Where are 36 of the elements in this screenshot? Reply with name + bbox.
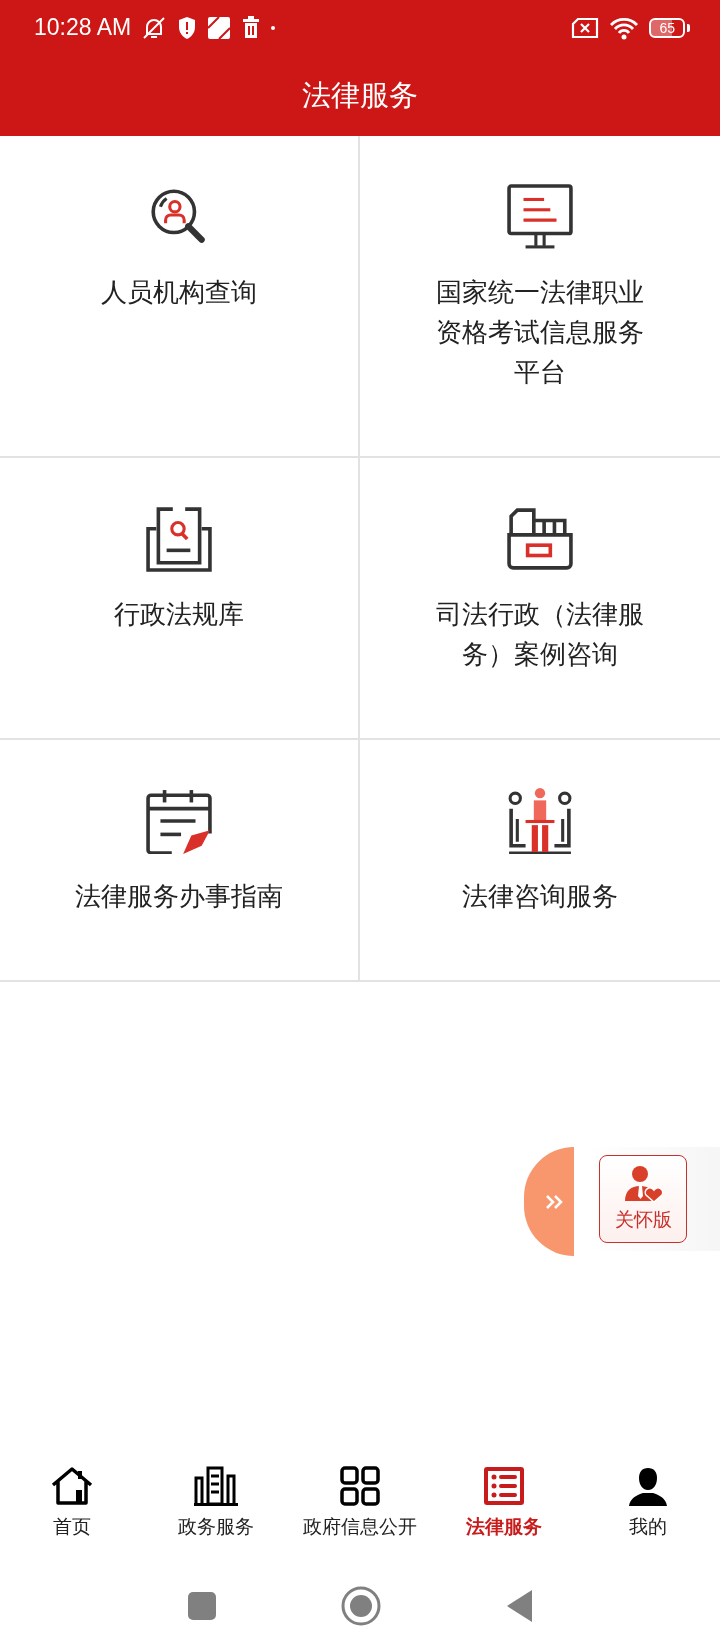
recents-button[interactable]: [188, 1592, 216, 1620]
nav-tab[interactable]: 政府信息公开: [288, 1462, 432, 1562]
service-tile[interactable]: 国家统一法律职业资格考试信息服务平台: [360, 136, 720, 458]
service-tile[interactable]: 司法行政（法律服务）案例咨询: [360, 458, 720, 740]
file-box-icon: [507, 506, 573, 572]
meeting-icon: [507, 788, 573, 854]
double-chevron-icon: [545, 1194, 563, 1209]
wifi-icon: [609, 15, 640, 40]
sim-off-icon: [571, 15, 600, 40]
document-search-icon: [146, 506, 212, 572]
service-tile[interactable]: 行政法规库: [0, 458, 360, 740]
home-icon: [50, 1466, 94, 1506]
person-icon: [626, 1466, 670, 1506]
list-icon: [482, 1466, 526, 1506]
calendar-pen-icon: [146, 788, 212, 854]
nav-tab[interactable]: 法律服务: [432, 1462, 576, 1562]
building-icon: [194, 1466, 238, 1506]
muted-bell-icon: [141, 15, 168, 40]
person-heart-icon: [623, 1165, 663, 1203]
nav-tab[interactable]: 首页: [0, 1462, 144, 1562]
service-tile[interactable]: 法律服务办事指南: [0, 740, 360, 980]
trash-icon: [241, 15, 262, 40]
battery-indicator: 65: [649, 17, 690, 38]
nav-tab[interactable]: 我的: [576, 1462, 720, 1562]
care-mode-button[interactable]: 关怀版: [599, 1155, 687, 1243]
service-tile[interactable]: 法律咨询服务: [360, 740, 720, 980]
grid-icon: [338, 1466, 382, 1506]
dot-icon: [271, 25, 276, 30]
monitor-icon: [507, 184, 573, 250]
page-title: 法律服务: [301, 76, 419, 114]
back-button[interactable]: [506, 1590, 532, 1622]
home-button[interactable]: [341, 1586, 381, 1626]
service-tile[interactable]: 人员机构查询: [0, 136, 360, 458]
nav-tab[interactable]: 政务服务: [144, 1462, 288, 1562]
shield-icon: [177, 15, 198, 40]
status-time: 10:28 AM: [34, 14, 132, 41]
